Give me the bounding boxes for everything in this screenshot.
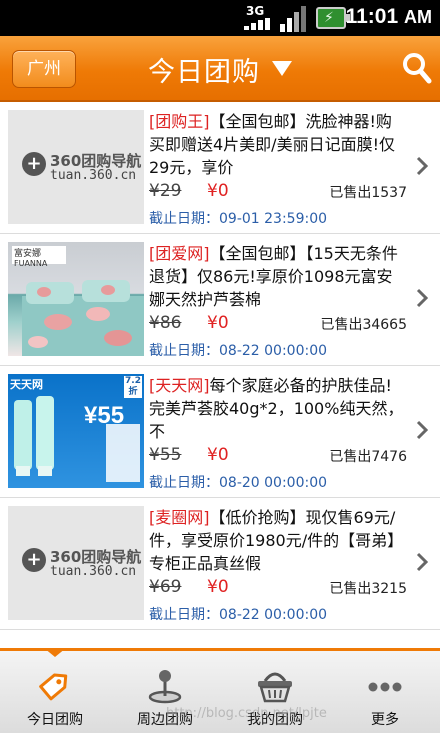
city-selector-button[interactable]: 广州 xyxy=(12,50,76,88)
deal-thumbnail: 富安娜 FUANNA xyxy=(8,242,144,356)
original-price: ¥55 xyxy=(149,445,182,465)
watermark: http://blog.csdn.net/lpjte xyxy=(166,706,327,721)
current-price: ¥0 xyxy=(207,181,229,201)
deal-description: [麦圈网]【低价抢购】现仅售69元/件，享受原价1980元/件的【哥弟】专柜正品… xyxy=(149,508,404,573)
deal-site: [麦圈网] xyxy=(149,508,210,527)
deal-site: [天天网] xyxy=(149,376,210,395)
basket-icon xyxy=(258,672,292,703)
app-header: 广州 今日团购 xyxy=(0,36,440,102)
deal-description: [团购王]【全国包邮】洗脸神器!购买即赠送4片美即/美丽日记面膜!仅29元，享价 xyxy=(149,112,395,177)
tag-icon xyxy=(39,673,68,701)
search-icon[interactable] xyxy=(402,52,432,84)
deal-item[interactable]: 天天网 7.2折 ¥55 [天天网]每个家庭必备的护肤佳品!完美芦荟胶40g*2… xyxy=(0,366,440,498)
original-price: ¥29 xyxy=(149,181,182,201)
deal-description: [团爱网]【全国包邮】【15天无条件退货】仅86元!享原价1098元富安娜天然护… xyxy=(149,244,398,309)
status-bar: 3G ⚡ 11:01 AM xyxy=(0,0,440,36)
deadline: 截止日期：08-22 00:00:00 xyxy=(149,343,328,359)
deadline: 截止日期：08-20 00:00:00 xyxy=(149,475,328,491)
deal-item[interactable]: + 360团购导航 tuan.360.cn [团购王]【全国包邮】洗脸神器!购买… xyxy=(0,102,440,234)
original-price: ¥69 xyxy=(149,577,182,597)
plus-icon: + xyxy=(22,548,46,572)
sold-count: 已售出7476 xyxy=(329,449,407,465)
tab-more[interactable]: 更多 xyxy=(330,651,440,730)
signal-icon xyxy=(280,6,306,32)
deal-thumbnail: + 360团购导航 tuan.360.cn xyxy=(8,506,144,620)
logo-360-tuan: + 360团购导航 tuan.360.cn xyxy=(22,150,141,186)
sold-count: 已售出1537 xyxy=(329,185,407,201)
deadline: 截止日期：09-01 23:59:00 xyxy=(149,211,328,227)
tab-today-deals[interactable]: 今日团购 xyxy=(0,651,110,730)
chevron-right-icon xyxy=(416,420,428,440)
more-icon xyxy=(368,682,402,692)
chevron-right-icon xyxy=(416,156,428,176)
page-title[interactable]: 今日团购 xyxy=(148,50,260,89)
deadline: 截止日期：08-22 00:00:00 xyxy=(149,607,328,623)
deal-list: + 360团购导航 tuan.360.cn [团购王]【全国包邮】洗脸神器!购买… xyxy=(0,102,440,648)
price-row: ¥55 ¥0 已售出7476 xyxy=(149,445,407,467)
battery-charging-icon: ⚡ xyxy=(316,7,350,29)
aloe-gel-photo xyxy=(14,396,140,482)
logo-360-tuan: + 360团购导航 tuan.360.cn xyxy=(22,546,141,582)
current-price: ¥0 xyxy=(207,445,229,465)
plus-icon: + xyxy=(22,152,46,176)
deal-item[interactable]: + 360团购导航 tuan.360.cn [麦圈网]【低价抢购】现仅售69元/… xyxy=(0,498,440,630)
current-price: ¥0 xyxy=(207,313,229,333)
chevron-right-icon xyxy=(416,288,428,308)
deal-site: [团购王] xyxy=(149,112,210,131)
dropdown-triangle-icon[interactable] xyxy=(272,61,292,76)
network-3g-icon: 3G xyxy=(244,4,272,32)
deal-item[interactable]: 富安娜 FUANNA [团爱网]【全国包邮】【15天无条件退货】仅86元!享原价1… xyxy=(0,234,440,366)
deal-site: [团爱网] xyxy=(149,244,210,263)
clock: 11:01 AM xyxy=(345,5,432,28)
price-row: ¥29 ¥0 已售出1537 xyxy=(149,181,407,203)
map-pin-icon xyxy=(148,670,182,704)
chevron-right-icon xyxy=(416,552,428,572)
bedding-photo xyxy=(22,280,144,356)
deal-thumbnail: 天天网 7.2折 ¥55 xyxy=(8,374,144,488)
original-price: ¥86 xyxy=(149,313,182,333)
price-row: ¥86 ¥0 已售出34665 xyxy=(149,313,407,335)
deal-thumbnail: + 360团购导航 tuan.360.cn xyxy=(8,110,144,224)
price-row: ¥69 ¥0 已售出3215 xyxy=(149,577,407,599)
sold-count: 已售出34665 xyxy=(320,317,407,333)
deal-description: [天天网]每个家庭必备的护肤佳品!完美芦荟胶40g*2，100%纯天然，不 xyxy=(149,376,404,441)
sold-count: 已售出3215 xyxy=(329,581,407,597)
current-price: ¥0 xyxy=(207,577,229,597)
